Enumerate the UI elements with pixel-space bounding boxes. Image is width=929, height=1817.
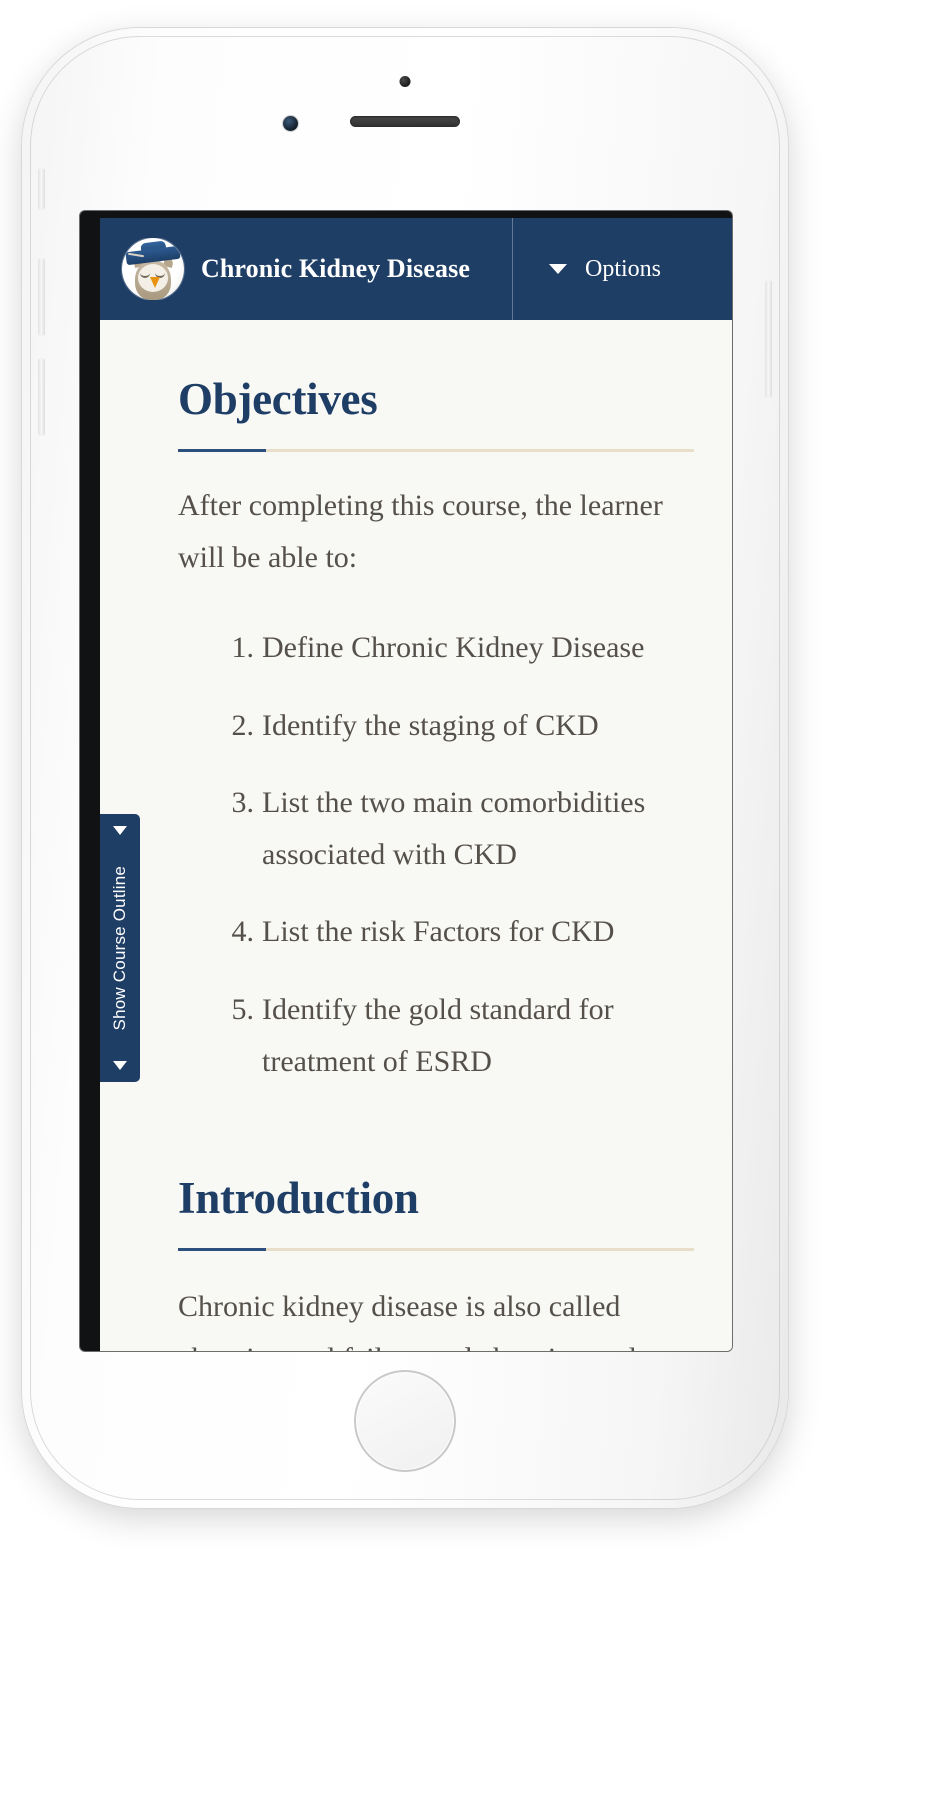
list-item: 2. Identify the staging of CKD	[220, 700, 694, 752]
owl-beak	[150, 277, 160, 288]
proximity-sensor-icon	[283, 116, 298, 131]
list-item-label: Identify the gold standard for treatment…	[262, 993, 614, 1078]
list-item: 4. List the risk Factors for CKD	[220, 906, 694, 958]
phone-screen: Chronic Kidney Disease Options Objective…	[100, 218, 732, 1351]
caret-up-icon	[113, 826, 127, 835]
volume-down-button[interactable]	[38, 358, 45, 436]
course-title: Chronic Kidney Disease	[201, 254, 470, 283]
power-button[interactable]	[765, 280, 772, 398]
objectives-intro-text: After completing this course, the learne…	[178, 489, 663, 575]
list-item-marker: 5.	[231, 993, 255, 1026]
introduction-heading-rule	[178, 1248, 694, 1252]
list-item-label: Define Chronic Kidney Disease	[262, 631, 645, 665]
show-course-outline-tab[interactable]: Show Course Outline	[100, 814, 140, 1082]
introduction-paragraph: Chronic kidney disease is also called ch…	[178, 1290, 637, 1351]
options-menu-button[interactable]: Options	[513, 256, 732, 283]
smartphone-device: Chronic Kidney Disease Options Objective…	[22, 28, 788, 1508]
home-button[interactable]	[354, 1370, 456, 1472]
list-item-marker: 1.	[231, 631, 255, 665]
list-item-label: List the two main comorbidities associat…	[262, 786, 646, 871]
list-item-marker: 3.	[231, 786, 255, 820]
page-title-introduction: Introduction	[178, 1173, 419, 1224]
list-item: 5. Identify the gold standard for treatm…	[220, 984, 694, 1087]
caret-down-icon	[549, 264, 567, 274]
volume-up-button[interactable]	[38, 258, 45, 336]
list-item-marker: 2.	[231, 708, 255, 742]
silent-switch[interactable]	[38, 168, 45, 210]
front-camera-icon	[399, 76, 411, 87]
objectives-heading-rule	[178, 449, 694, 453]
show-course-outline-label: Show Course Outline	[110, 865, 129, 1031]
list-item-label: List the risk Factors for CKD	[262, 915, 615, 949]
owl-graduation-cap-logo-icon	[122, 238, 184, 300]
brand-area: Chronic Kidney Disease	[100, 238, 512, 300]
course-content: Objectives After completing this course,…	[100, 320, 732, 1351]
options-menu-label: Options	[585, 255, 662, 282]
page-title-objectives: Objectives	[178, 374, 378, 424]
caret-down-icon	[113, 1061, 127, 1070]
list-item: 3. List the two main comorbidities assoc…	[220, 777, 694, 880]
app-header: Chronic Kidney Disease Options	[100, 218, 732, 320]
earpiece-speaker	[350, 116, 460, 127]
list-item: 1. Define Chronic Kidney Disease	[220, 622, 694, 674]
objectives-list: 1. Define Chronic Kidney Disease 2. Iden…	[178, 622, 694, 1087]
list-item-label: Identify the staging of CKD	[262, 708, 599, 742]
list-item-marker: 4.	[231, 915, 255, 949]
screen-bezel: Chronic Kidney Disease Options Objective…	[80, 211, 732, 1351]
